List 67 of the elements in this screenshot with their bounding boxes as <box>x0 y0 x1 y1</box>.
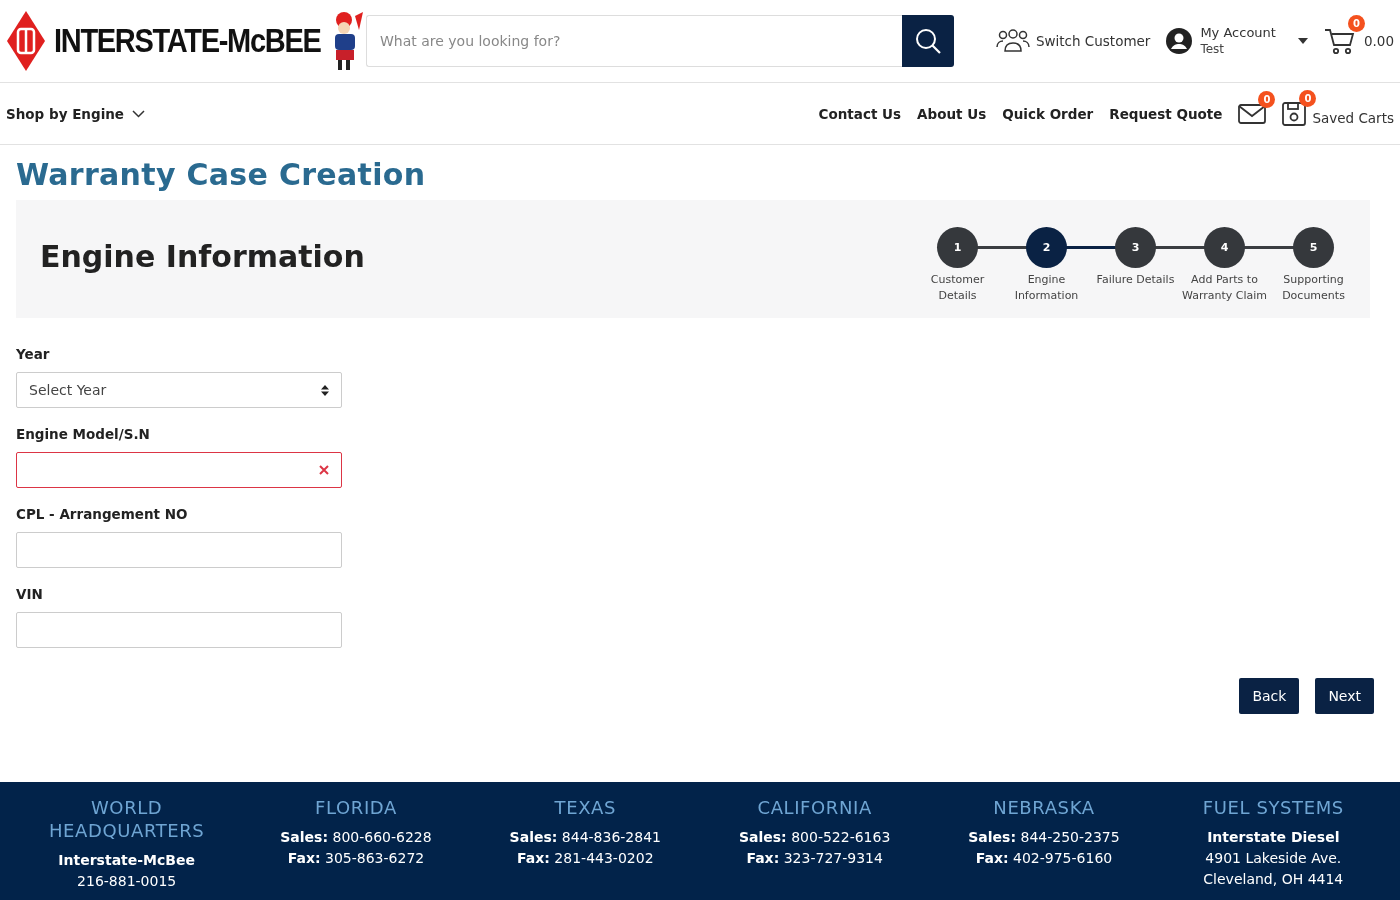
footer-text: Fax: 305-863-6272 <box>287 849 425 868</box>
step-number[interactable]: 2 <box>1026 226 1067 268</box>
field-label: CPL - Arrangement NO <box>16 506 189 522</box>
page-title: Warranty Case Creation <box>16 157 427 192</box>
saved-carts-link[interactable]: Saved Carts <box>1312 109 1394 126</box>
footer-text: Sales: 800-660-6228 <box>280 828 432 847</box>
step-label: Supporting Documents <box>1281 271 1346 304</box>
footer-text: Sales: 844-836-2841 <box>509 828 661 847</box>
footer-heading: CALIFORNIA <box>756 796 873 819</box>
nav-link[interactable]: Request Quote <box>1109 105 1223 122</box>
search-button[interactable] <box>901 15 954 67</box>
step-number[interactable]: 1 <box>937 226 978 268</box>
nav-link[interactable]: Quick Order <box>1002 105 1094 122</box>
footer-text: Interstate-McBee <box>58 851 195 870</box>
input-field[interactable] <box>16 452 342 488</box>
footer-heading: FUEL SYSTEMS <box>1201 796 1345 819</box>
footer-text: Cleveland, OH 4414 <box>1203 870 1344 889</box>
envelope-icon[interactable] <box>1238 103 1267 124</box>
footer-text: Fax: 281-443-0202 <box>517 849 654 868</box>
logo-diamond-icon <box>6 9 46 73</box>
count-badge: 0 <box>1299 89 1317 107</box>
count-badge: 0 <box>1347 15 1365 32</box>
sort-arrows-icon <box>321 384 329 396</box>
footer-heading: FLORIDA <box>314 796 398 819</box>
field-label: Year <box>16 346 51 362</box>
step-number[interactable]: 5 <box>1293 226 1334 268</box>
nav-button[interactable]: Next <box>1315 678 1374 714</box>
step-label: Add Parts to Warranty Claim <box>1180 271 1268 304</box>
search-icon <box>913 27 942 55</box>
step-label: Engine Information <box>1013 271 1080 304</box>
nav-link[interactable]: About Us <box>917 105 987 122</box>
count-badge: 0 <box>1258 90 1276 108</box>
switch-customer-link[interactable]: Switch Customer <box>1035 33 1151 49</box>
footer-text: 4901 Lakeside Ave. <box>1205 849 1342 868</box>
people-icon <box>995 29 1030 53</box>
year-select[interactable]: Select Year <box>16 372 342 408</box>
logo-text: INTERSTATE-McBEE <box>54 22 321 60</box>
chevron-down-icon[interactable] <box>132 109 146 118</box>
footer-text: Fax: 323-727-9314 <box>746 849 883 868</box>
footer-text: Fax: 402-975-6160 <box>975 849 1113 868</box>
step-label: Customer Details <box>929 271 986 304</box>
error-cross-icon <box>319 465 329 475</box>
cart-icon[interactable] <box>1323 27 1356 55</box>
my-account-link[interactable]: My Account <box>1200 24 1276 41</box>
footer-text: 216-881-0015 <box>77 872 177 891</box>
nav-link[interactable]: Contact Us <box>818 105 902 122</box>
footer-text: Sales: 800-522-6163 <box>738 828 891 847</box>
step-label: Failure Details <box>1096 271 1175 288</box>
field-label: VIN <box>16 586 44 602</box>
shop-by-engine-menu[interactable]: Shop by Engine <box>6 105 125 122</box>
footer-heading: WORLD HEADQUARTERS <box>47 796 206 842</box>
account-user-name: Test <box>1200 41 1226 58</box>
caret-icon[interactable] <box>1297 38 1308 44</box>
field-label: Engine Model/S.N <box>16 426 151 442</box>
user-avatar-icon <box>1166 28 1193 54</box>
footer-text: Sales: 844-250-2375 <box>968 828 1120 847</box>
step-number[interactable]: 3 <box>1115 226 1156 268</box>
footer-heading: NEBRASKA <box>992 796 1096 819</box>
input-field[interactable] <box>16 612 342 648</box>
nav-button[interactable]: Back <box>1239 678 1300 714</box>
footer-heading: TEXAS <box>553 796 618 819</box>
search-field[interactable]: What are you looking for? <box>365 15 902 67</box>
step-number[interactable]: 4 <box>1204 226 1245 268</box>
section-title: Engine Information <box>40 238 365 274</box>
input-field[interactable] <box>16 532 342 568</box>
cart-total: 0.00 <box>1363 33 1394 49</box>
footer-text: Interstate Diesel <box>1207 828 1340 847</box>
